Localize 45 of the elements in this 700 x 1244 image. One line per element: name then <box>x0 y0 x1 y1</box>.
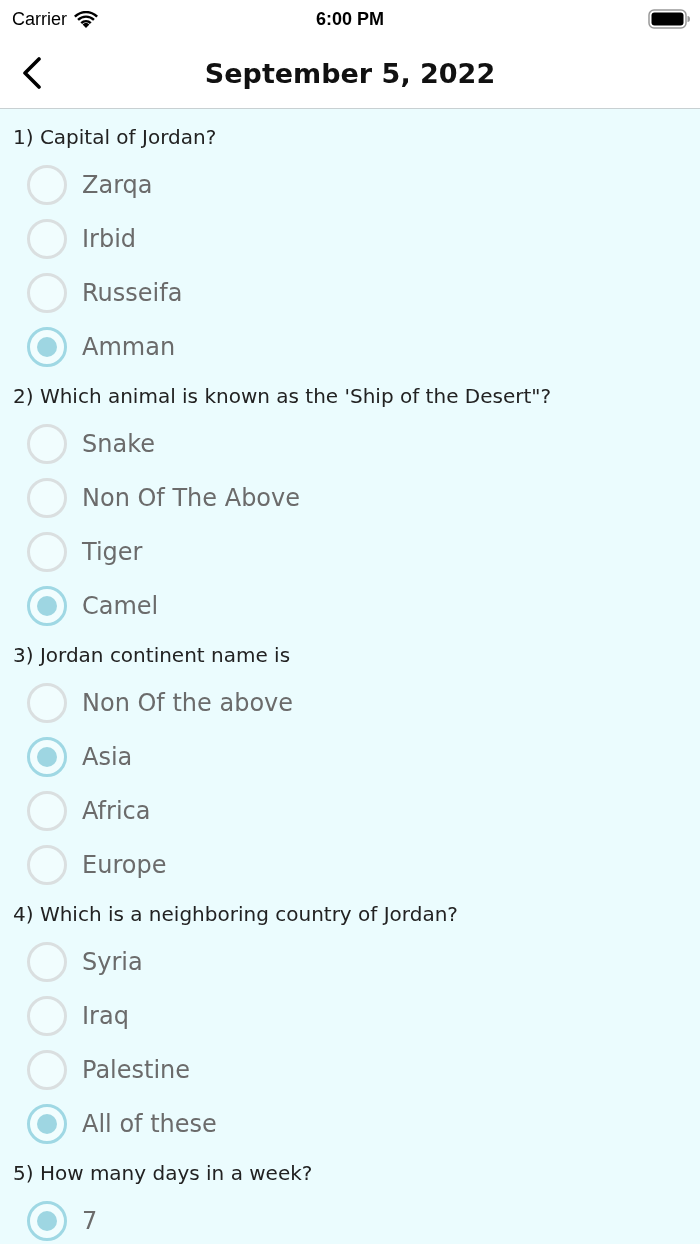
option-label: 7 <box>82 1207 98 1235</box>
status-time: 6:00 PM <box>316 8 384 30</box>
radio-button[interactable] <box>27 942 67 982</box>
radio-button[interactable] <box>27 996 67 1036</box>
nav-title: September 5, 2022 <box>204 57 496 89</box>
battery-icon <box>648 9 690 29</box>
question-text: 4) Which is a neighboring country of Jordan? <box>12 900 459 928</box>
radio-button[interactable] <box>27 165 67 205</box>
option-label: Iraq <box>82 1002 129 1030</box>
radio-button[interactable] <box>27 532 67 572</box>
radio-button[interactable] <box>27 1201 67 1241</box>
question-text: 3) Jordan continent name is <box>12 641 292 669</box>
radio-button[interactable] <box>27 737 67 777</box>
radio-button[interactable] <box>27 683 67 723</box>
option-label: Zarqa <box>82 171 153 199</box>
option-label: All of these <box>82 1110 217 1138</box>
radio-button[interactable] <box>27 845 67 885</box>
option-label: Asia <box>82 743 133 771</box>
radio-button[interactable] <box>27 219 67 259</box>
option-label: Russeifa <box>82 279 183 307</box>
radio-button[interactable] <box>27 273 67 313</box>
radio-button[interactable] <box>27 586 67 626</box>
option-label: Tiger <box>82 538 143 566</box>
question-text: 1) Capital of Jordan? <box>12 123 218 151</box>
radio-button[interactable] <box>27 1104 67 1144</box>
option-label: Camel <box>82 592 159 620</box>
back-chevron-icon[interactable] <box>22 57 42 89</box>
wifi-icon <box>74 10 98 28</box>
option-label: Irbid <box>82 225 137 253</box>
radio-button[interactable] <box>27 424 67 464</box>
radio-button[interactable] <box>27 1050 67 1090</box>
option-label: Africa <box>82 797 151 825</box>
radio-button[interactable] <box>27 478 67 518</box>
option-label: Non Of The Above <box>82 484 300 512</box>
radio-button[interactable] <box>27 791 67 831</box>
option-label: Amman <box>82 333 176 361</box>
carrier-label: Carrier <box>12 8 67 30</box>
option-label: Non Of the above <box>82 689 294 717</box>
option-label: Snake <box>82 430 155 458</box>
question-text: 5) How many days in a week? <box>12 1159 314 1187</box>
option-label: Europe <box>82 851 167 879</box>
option-label: Palestine <box>82 1056 191 1084</box>
question-text: 2) Which animal is known as the 'Ship of the Desert"? <box>12 382 553 410</box>
radio-button[interactable] <box>27 327 67 367</box>
option-label: Syria <box>82 948 143 976</box>
